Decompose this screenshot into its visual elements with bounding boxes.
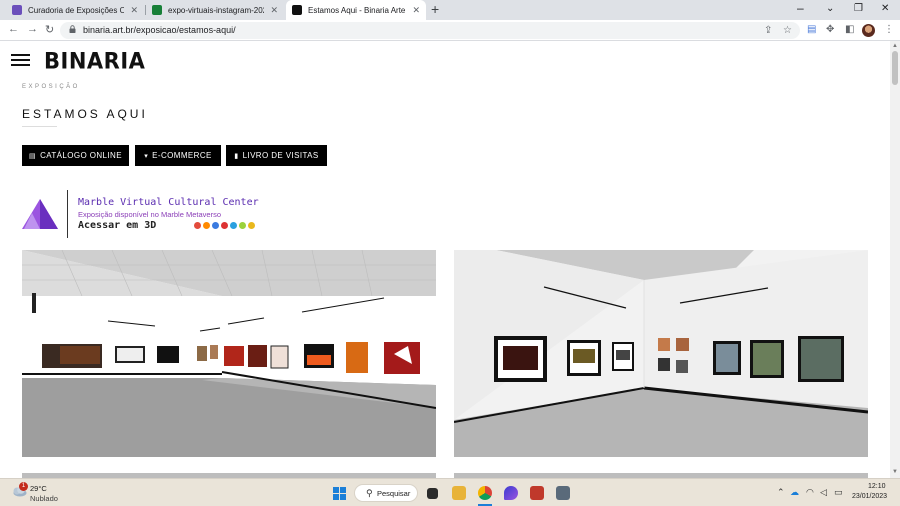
app-icon[interactable] [556, 486, 570, 500]
chrome-icon [194, 222, 201, 229]
catalogo-online-button[interactable]: ▤ CATÁLOGO ONLINE [22, 145, 129, 166]
search-icon: ⚲ [366, 488, 373, 498]
document-icon: ▤ [29, 152, 37, 160]
search-label: Pesquisar [377, 489, 411, 498]
button-label: CATÁLOGO ONLINE [40, 151, 122, 160]
docs-extension-icon[interactable]: ▤ [807, 24, 816, 35]
marble-cta: Acessar em 3D [78, 220, 157, 231]
windows-start-icon[interactable] [333, 487, 346, 500]
site-logo[interactable]: BINARIA [44, 48, 145, 73]
page-scrollbar[interactable]: ▲ ▼ [890, 41, 900, 478]
extensions-puzzle-icon[interactable]: ✥ [826, 24, 834, 35]
browser-tab-strip: Curadoria de Exposições Online ✕ expo-vi… [0, 0, 900, 20]
opera-icon [221, 222, 228, 229]
weather-temperature: 29°C [30, 484, 47, 493]
side-panel-icon[interactable]: ◧ [845, 24, 854, 35]
reload-icon[interactable]: ↻ [45, 23, 54, 36]
visual-studio-icon[interactable] [504, 486, 518, 500]
share-icon[interactable]: ⇪ [764, 25, 772, 36]
browser-toolbar: ← → ↻ binaria.art.br/exposicao/estamos-a… [0, 20, 900, 41]
url-text: binaria.art.br/exposicao/estamos-aqui/ [83, 25, 236, 35]
minimize-icon[interactable]: – [797, 1, 804, 15]
bookmark-star-icon[interactable]: ☆ [783, 25, 792, 36]
browser-compat-icons [194, 222, 255, 229]
android-icon [239, 222, 246, 229]
tab-title: Curadoria de Exposições Online [28, 5, 125, 15]
onedrive-icon[interactable]: ☁ [790, 487, 799, 498]
hamburger-menu-icon[interactable] [11, 54, 30, 67]
close-icon[interactable]: ✕ [130, 5, 138, 16]
gallery-3d-view-1[interactable] [22, 250, 436, 457]
binaria-favicon-icon [292, 5, 302, 15]
book-icon: ▮ [234, 152, 239, 160]
banner-divider [67, 190, 68, 238]
menu-dots-icon[interactable]: ⋮ [884, 24, 894, 35]
windows-taskbar: 1 29°C Nublado ⚲ Pesquisar ⌃ ☁ ◠ ◁ ▭ 12:… [0, 478, 900, 506]
gallery-render-2 [454, 250, 868, 457]
task-view-icon[interactable] [427, 488, 438, 499]
marble-3d-banner[interactable]: Marble Virtual Cultural Center Exposição… [22, 188, 272, 238]
gallery-render-1 [22, 250, 436, 457]
sheets-favicon-icon [152, 5, 162, 15]
marble-triangle-logo-icon [22, 199, 58, 229]
vr-headset-icon [248, 222, 255, 229]
safari-icon [230, 222, 237, 229]
taskbar-search[interactable]: ⚲ Pesquisar [354, 484, 418, 502]
clock-date[interactable]: 23/01/2023 [852, 493, 887, 500]
tab-search-icon[interactable]: ⌄ [826, 3, 834, 14]
weather-alert-badge: 1 [19, 482, 28, 491]
title-divider [22, 126, 57, 127]
forward-arrow-icon[interactable]: → [27, 23, 38, 35]
button-label: LIVRO DE VISITAS [242, 151, 319, 160]
tab-title: Estamos Aqui - Binaria Arte | Gal [308, 5, 406, 15]
e-commerce-button[interactable]: ▾ E-COMMERCE [135, 145, 221, 166]
scroll-down-arrow-icon[interactable]: ▼ [892, 469, 898, 475]
firefox-icon [203, 222, 210, 229]
forms-favicon-icon [12, 5, 22, 15]
edge-icon [212, 222, 219, 229]
file-explorer-icon[interactable] [452, 486, 466, 500]
maximize-icon[interactable]: ❐ [854, 3, 863, 14]
wifi-icon[interactable]: ◠ [806, 487, 814, 498]
close-window-icon[interactable]: ✕ [881, 3, 889, 14]
section-eyebrow: EXPOSIÇÃO [22, 84, 80, 90]
page-title: ESTAMOS AQUI [22, 107, 148, 121]
weather-description: Nublado [30, 494, 58, 503]
new-tab-button[interactable]: + [431, 1, 439, 17]
tab-expo-virtuais[interactable]: expo-virtuais-instagram-2022 - P ✕ [146, 0, 284, 20]
zotero-icon[interactable] [530, 486, 544, 500]
clock-time[interactable]: 12:10 [868, 483, 886, 490]
chrome-taskbar-icon[interactable] [478, 486, 492, 500]
button-label: E-COMMERCE [152, 151, 212, 160]
chevron-up-icon[interactable]: ⌃ [777, 487, 785, 498]
page-content: BINARIA EXPOSIÇÃO ESTAMOS AQUI ▤ CATÁLOG… [0, 41, 890, 478]
tab-estamos-aqui[interactable]: Estamos Aqui - Binaria Arte | Gal ✕ [286, 0, 426, 20]
address-bar[interactable]: binaria.art.br/exposicao/estamos-aqui/ ⇪… [60, 22, 800, 39]
scroll-up-arrow-icon[interactable]: ▲ [892, 43, 898, 49]
livro-de-visitas-button[interactable]: ▮ LIVRO DE VISITAS [226, 145, 327, 166]
scroll-thumb[interactable] [892, 51, 898, 85]
close-icon[interactable]: ✕ [270, 5, 278, 16]
lock-icon [69, 25, 76, 33]
close-icon[interactable]: ✕ [412, 5, 420, 16]
back-arrow-icon[interactable]: ← [8, 23, 19, 35]
marble-name: Marble Virtual Cultural Center [78, 197, 259, 208]
profile-avatar[interactable] [862, 24, 875, 37]
marble-subtitle: Exposição disponível no Marble Metaverso [78, 210, 221, 219]
gallery-3d-view-2[interactable] [454, 250, 868, 457]
tab-title: expo-virtuais-instagram-2022 - P [168, 5, 265, 15]
battery-icon[interactable]: ▭ [834, 487, 843, 498]
volume-icon[interactable]: ◁ [820, 487, 827, 498]
tab-curadoria[interactable]: Curadoria de Exposições Online ✕ [6, 0, 144, 20]
cart-icon: ▾ [144, 152, 149, 160]
